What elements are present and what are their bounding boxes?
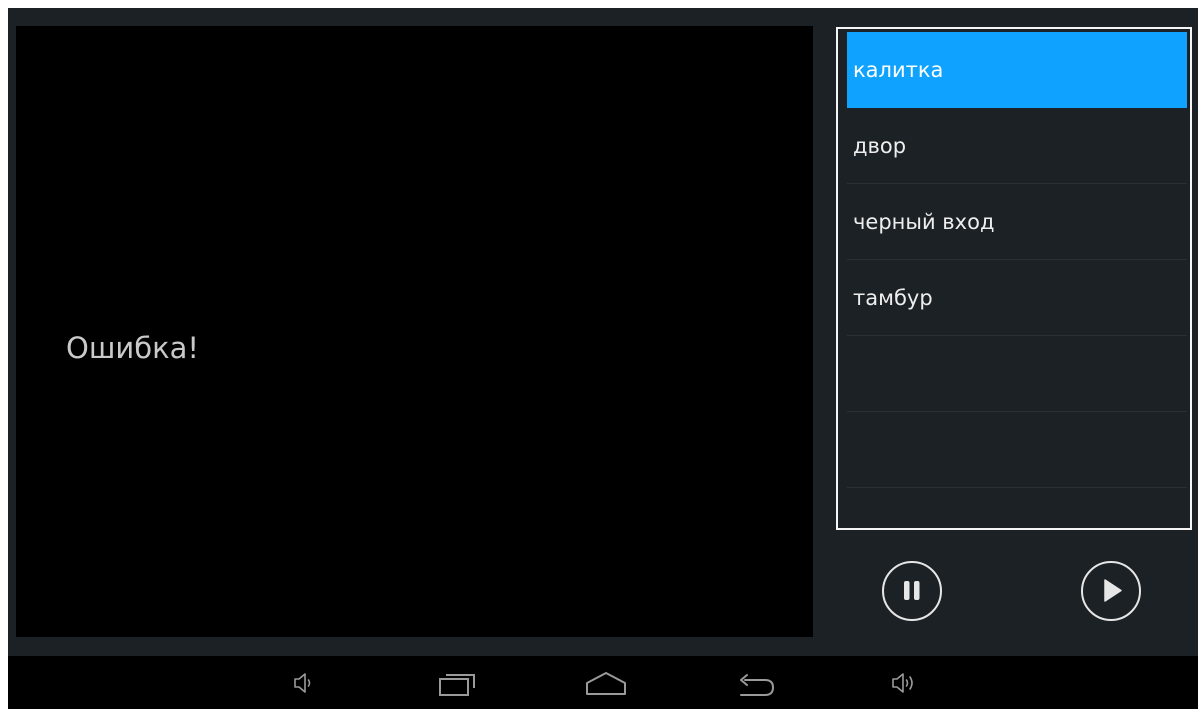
list-item-label: калитка (853, 58, 944, 82)
pause-button[interactable] (882, 561, 942, 621)
list-item-label: двор (853, 134, 907, 158)
play-button[interactable] (1081, 561, 1141, 621)
volume-down-icon[interactable] (290, 666, 318, 700)
list-item[interactable]: тамбур (847, 260, 1187, 336)
volume-up-icon[interactable] (888, 666, 920, 700)
list-item[interactable]: двор (847, 108, 1187, 184)
video-error-message: Ошибка! (66, 331, 200, 365)
list-item[interactable]: черный вход (847, 184, 1187, 260)
camera-list[interactable]: калитка двор черный вход тамбур (836, 27, 1192, 530)
app-window: Ошибка! калитка двор черный вход тамбур (0, 0, 1198, 709)
play-icon (1104, 579, 1122, 602)
video-view[interactable]: Ошибка! (16, 26, 813, 637)
recent-apps-icon[interactable] (436, 666, 480, 700)
home-icon[interactable] (583, 666, 629, 700)
list-item[interactable] (847, 412, 1187, 488)
list-item-label: черный вход (853, 210, 995, 234)
system-nav-bar (8, 656, 1198, 709)
pause-icon (904, 581, 920, 600)
list-item[interactable]: калитка (847, 32, 1187, 108)
list-item-label: тамбур (853, 286, 933, 310)
list-item[interactable] (847, 336, 1187, 412)
intercom-screen: Ошибка! калитка двор черный вход тамбур (8, 8, 1198, 709)
back-icon[interactable] (733, 666, 779, 700)
